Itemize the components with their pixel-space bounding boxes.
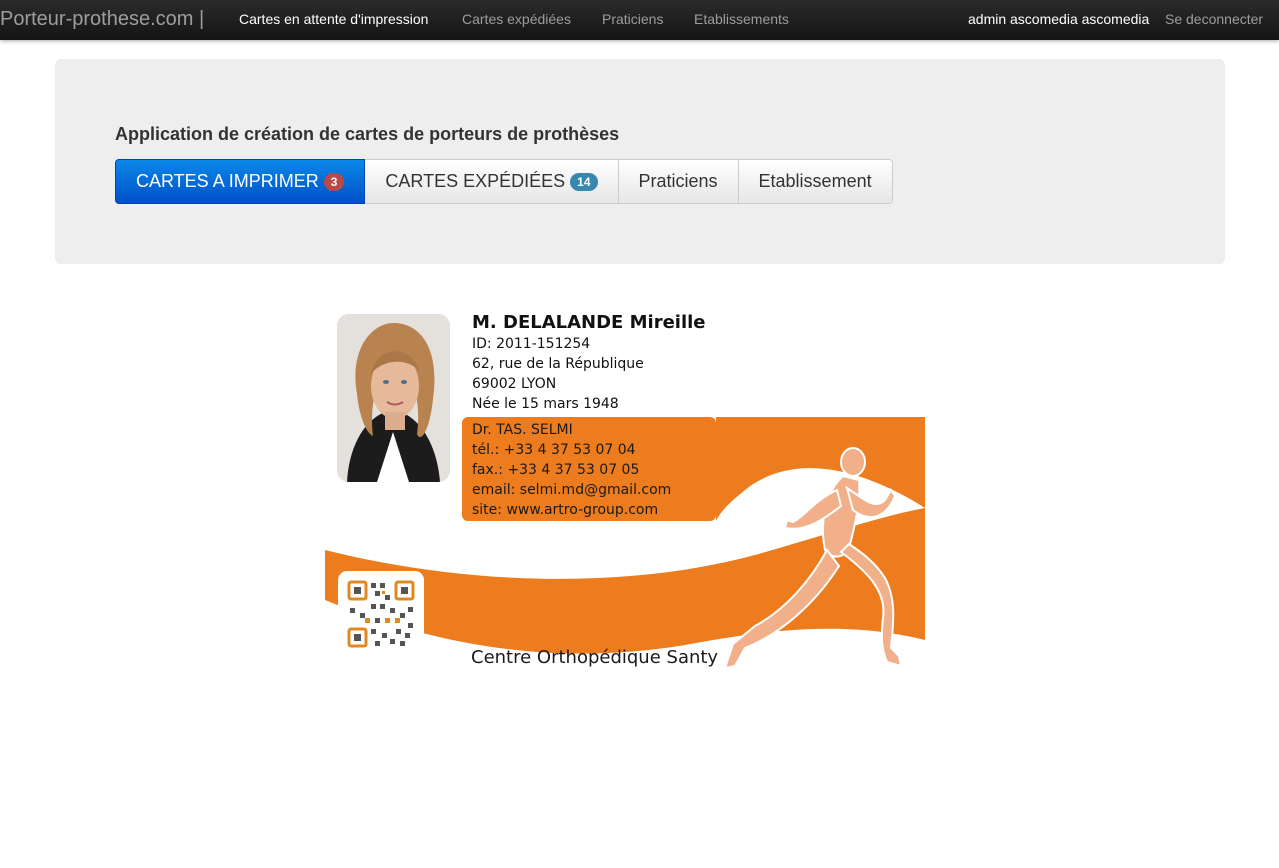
tab-label: Praticiens [638,171,718,191]
logout-link[interactable]: Se deconnecter [1165,11,1263,27]
patient-city: 69002 LYON [472,376,557,392]
doctor-tel: tél.: +33 4 37 53 07 04 [472,442,636,458]
doctor-info: Dr. TAS. SELMI tél.: +33 4 37 53 07 04 f… [462,417,716,521]
tab-cartes-expediees[interactable]: CARTES EXPÉDIÉES 14 [365,159,619,204]
doctor-fax: fax.: +33 4 37 53 07 05 [472,462,640,478]
tab-label: CARTES A IMPRIMER [136,171,319,191]
count-badge: 3 [323,172,345,191]
doctor-site: site: www.artro-group.com [472,502,659,518]
nav-link-praticiens[interactable]: Praticiens [602,11,663,27]
tab-cartes-a-imprimer[interactable]: CARTES A IMPRIMER 3 [115,159,366,204]
patient-address: 62, rue de la République [472,356,644,372]
top-navbar: Porteur-prothese.com | Cartes en attente… [0,0,1279,40]
brand-logo[interactable]: Porteur-prothese.com | [0,8,204,31]
count-badge: 14 [570,172,598,191]
runner-illustration-icon [723,447,903,670]
patient-birth: Née le 15 mars 1948 [472,396,619,412]
current-user-name: admin ascomedia ascomedia [968,11,1150,27]
patient-id: ID: 2011-151254 [472,336,591,352]
section-button-group: CARTES A IMPRIMER 3 CARTES EXPÉDIÉES 14 … [115,159,893,204]
tab-label: Etablissement [758,171,872,191]
qr-code-icon [338,571,424,657]
doctor-name: Dr. TAS. SELMI [472,422,573,438]
nav-link-etablissements[interactable]: Etablissements [694,11,789,27]
patient-photo [337,314,450,482]
tab-label: CARTES EXPÉDIÉES [385,171,566,191]
prosthesis-card-preview: M. DELALANDE Mireille ID: 2011-151254 62… [325,300,925,682]
patient-info: M. DELALANDE Mireille ID: 2011-151254 62… [472,312,706,414]
doctor-email: email: selmi.md@gmail.com [472,482,672,498]
nav-link-cartes-attente[interactable]: Cartes en attente d'impression [239,11,428,27]
tab-etablissement[interactable]: Etablissement [738,159,893,204]
center-name: Centre Orthopédique Santy [471,647,719,668]
hero-panel: Application de création de cartes de por… [55,59,1225,264]
page-title: Application de création de cartes de por… [115,124,620,144]
patient-name: M. DELALANDE Mireille [472,312,706,333]
tab-praticiens[interactable]: Praticiens [618,159,739,204]
nav-link-cartes-expediees[interactable]: Cartes expédiées [462,11,571,27]
